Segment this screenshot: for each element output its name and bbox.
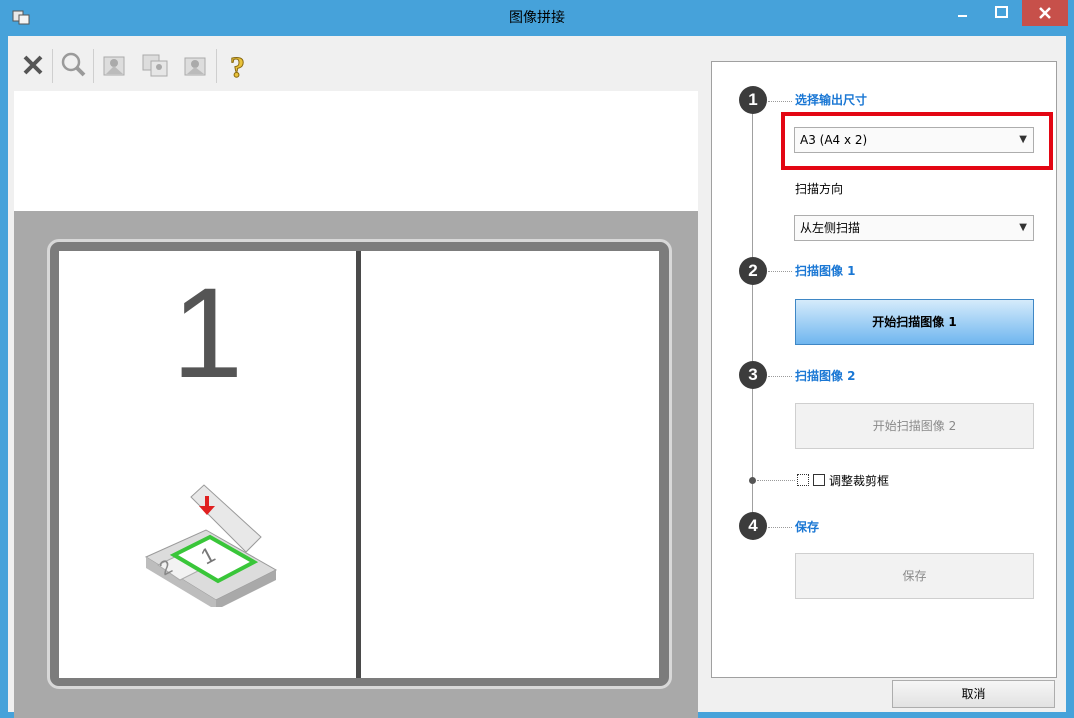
minimize-icon [958,15,967,17]
output-size-select[interactable]: A3 (A4 x 2) ▼ [794,127,1034,153]
image-swap-icon [142,54,168,77]
adjust-crop-label: 调整裁剪框 [829,474,890,488]
scanner-illustration: 1 2 [144,484,278,607]
adjust-crop-frame-icon [797,474,809,486]
toolbar: ? [8,41,698,91]
close-icon [1039,7,1051,19]
step-3-label: 扫描图像 2 [795,369,856,383]
zoom-icon [61,52,86,77]
toolbar-separator [216,49,217,83]
info-area [14,91,698,211]
zoom-button[interactable] [56,45,90,85]
save-button[interactable]: 保存 [795,553,1034,599]
step-3-dots [768,376,792,377]
maximize-icon [995,6,1008,18]
help-button[interactable]: ? [220,45,254,85]
steps-connector [752,104,753,522]
step-4-label: 保存 [795,520,820,534]
toolbar-separator [93,49,94,83]
chevron-down-icon: ▼ [1019,222,1027,233]
step-1-label: 选择输出尺寸 [795,93,868,107]
close-window-button[interactable] [1022,0,1068,26]
image-view-button[interactable] [98,45,132,85]
delete-icon [23,55,43,75]
step-2-label: 扫描图像 1 [795,264,856,278]
scan-direction-label: 扫描方向 [795,182,844,196]
image-view-icon [103,56,125,76]
image-rotate-button[interactable] [178,45,212,85]
adjust-crop-dots [757,480,795,481]
image-rotate-icon [184,57,206,76]
pane-number: 1 [171,262,244,405]
window-title: 图像拼接 [509,10,565,26]
preview-pane-right[interactable] [361,251,659,678]
chevron-down-icon: ▼ [1019,134,1027,145]
svg-text:?: ? [230,51,245,84]
delete-button[interactable] [16,45,50,85]
adjust-crop-dot [749,477,756,484]
title-bar: 图像拼接 [0,0,1074,36]
cancel-button[interactable]: 取消 [892,680,1055,708]
toolbar-separator [52,49,53,83]
image-swap-button[interactable] [138,45,172,85]
step-4-badge: 4 [739,512,767,540]
step-3-badge: 3 [739,361,767,389]
scan-direction-select[interactable]: 从左侧扫描 ▼ [794,215,1034,241]
step-1-dots [768,101,792,102]
help-icon: ? [230,51,246,85]
scan-direction-value: 从左侧扫描 [800,221,861,235]
start-scan-2-button[interactable]: 开始扫描图像 2 [795,403,1034,449]
step-2-badge: 2 [739,257,767,285]
output-size-value: A3 (A4 x 2) [800,133,868,147]
adjust-crop-checkbox[interactable] [813,474,825,486]
step-1-badge: 1 [739,86,767,114]
application-window: 图像拼接 ? 1 1 2 1 选择输出尺寸 A3 (A4 x 2) ▼ 扫描方向… [0,0,1074,718]
maximize-button[interactable] [984,0,1020,26]
step-4-dots [768,527,792,528]
step-2-dots [768,271,792,272]
start-scan-1-button[interactable]: 开始扫描图像 1 [795,299,1034,345]
minimize-button[interactable] [945,0,981,26]
